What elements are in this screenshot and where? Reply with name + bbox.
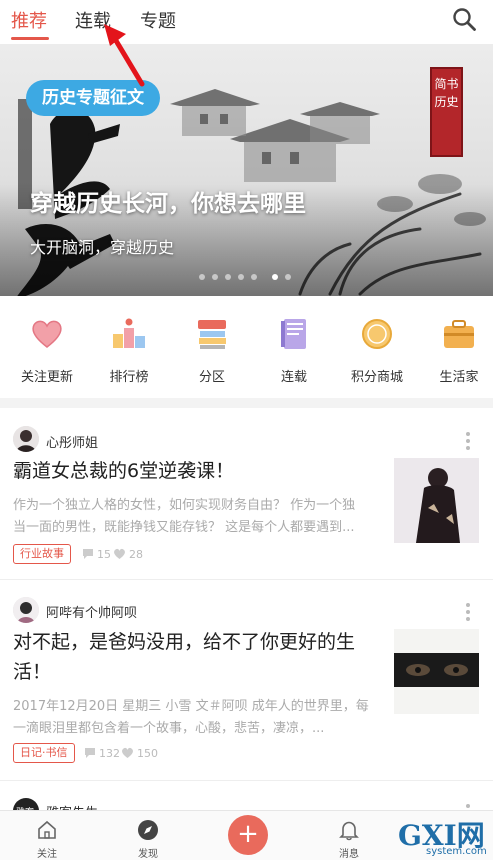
like-count: 28 [129, 548, 143, 561]
author-name[interactable]: 阿哔有个帅阿呗 [46, 602, 137, 621]
author-name[interactable]: 心彤师姐 [46, 432, 98, 451]
nav-discover[interactable]: 发现 [118, 811, 178, 860]
article-thumbnail[interactable] [394, 629, 479, 714]
featured-banner[interactable]: 简书历史 历史专题征文 穿越历史长河，你想去哪里 大开脑洞，穿越历史 [0, 44, 493, 296]
article-excerpt-line: 作为一个独立人格的女性，如何实现财务自由？ 作为一个独 [13, 498, 356, 513]
article-feed: 心彤师姐 霸道女总裁的6堂逆袭课！ 作为一个独立人格的女性，如何实现财务自由？ … [0, 408, 493, 810]
comment-count: 15 [97, 548, 111, 561]
shortcut-follow-updates[interactable]: 关注更新 [12, 316, 82, 386]
shortcut-row: 关注更新 排行榜 分区 连载 积分商城 生活家 [0, 298, 493, 398]
more-options-icon[interactable] [465, 603, 471, 621]
books-icon [198, 320, 226, 349]
suitcase-icon [444, 320, 474, 348]
carousel-dot-active[interactable] [272, 274, 278, 280]
home-icon [38, 820, 56, 839]
top-tab-bar: 推荐 连载 专题 [0, 0, 493, 44]
shortcut-serials[interactable]: 连载 [259, 316, 329, 386]
nav-follow[interactable]: 关注 [17, 811, 77, 860]
carousel-dot[interactable] [199, 274, 205, 280]
article-title-line[interactable]: 活！ [13, 658, 383, 687]
comment-icon [85, 748, 95, 758]
article-thumbnail[interactable] [394, 458, 479, 543]
podium-icon [113, 318, 145, 348]
banner-title: 穿越历史长河，你想去哪里 [30, 191, 306, 217]
heart-icon [32, 320, 62, 348]
avatar[interactable]: 雅客 [13, 798, 39, 810]
article-excerpt-line: 当一面的男性，既能挣钱又能存钱？ 这是每个人都要遇到... [13, 520, 355, 535]
like-icon [114, 548, 125, 559]
coin-icon [362, 319, 392, 349]
carousel-dot[interactable] [238, 274, 244, 280]
article-card[interactable]: 阿哔有个帅阿呗 对不起，是爸妈没用，给不了你更好的生 活！ 2017年12月20… [0, 581, 493, 781]
article-excerpt-line: 一滴眼泪里都包含着一个故事，心酸，悲苦，凄凉，... [13, 721, 325, 736]
shortcut-ranking[interactable]: 排行榜 [94, 316, 164, 386]
bell-icon [339, 821, 359, 841]
article-title-line[interactable]: 对不起，是爸妈没用，给不了你更好的生 [13, 628, 383, 657]
annotation-arrow [104, 24, 145, 87]
category-tag[interactable]: 日记·书信 [13, 743, 75, 763]
carousel-dot[interactable] [212, 274, 218, 280]
search-button[interactable] [451, 6, 479, 34]
like-count: 150 [137, 747, 158, 760]
active-tab-indicator [11, 37, 49, 40]
carousel-dot[interactable] [285, 274, 291, 280]
shortcut-categories[interactable]: 分区 [177, 316, 247, 386]
article-card[interactable]: 雅客 雅客先生 [0, 782, 493, 810]
shortcut-lifestyle[interactable]: 生活家 [424, 316, 493, 386]
author-name[interactable]: 雅客先生 [46, 802, 98, 810]
article-excerpt-line: 2017年12月20日 星期三 小雪 文＃阿呗 成年人的世界里，每 [13, 699, 369, 714]
category-tag[interactable]: 行业故事 [13, 544, 71, 564]
avatar[interactable] [13, 597, 39, 623]
plus-icon: + [237, 819, 259, 849]
nav-messages[interactable]: 消息 [319, 811, 379, 860]
compass-icon [138, 820, 158, 840]
create-post-button[interactable]: + [228, 815, 268, 855]
search-icon [453, 8, 476, 31]
seal-stamp: 简书历史 [430, 67, 463, 157]
article-title[interactable]: 霸道女总裁的6堂逆袭课！ [13, 457, 383, 486]
avatar[interactable] [13, 426, 39, 452]
comment-icon [83, 549, 93, 559]
watermark-subtext: system.com [426, 846, 487, 857]
carousel-dot[interactable] [225, 274, 231, 280]
shortcut-points-mall[interactable]: 积分商城 [342, 316, 412, 386]
like-icon [122, 747, 133, 758]
section-divider [0, 398, 493, 408]
app-screen: 推荐 连载 专题 简书历史 历史专题征文 穿越历史长河，你想去哪里 大开脑洞，穿… [0, 0, 493, 860]
article-card[interactable]: 心彤师姐 霸道女总裁的6堂逆袭课！ 作为一个独立人格的女性，如何实现财务自由？ … [0, 408, 493, 580]
tab-recommend[interactable]: 推荐 [11, 7, 47, 33]
comment-count: 132 [99, 747, 120, 760]
more-options-icon[interactable] [465, 432, 471, 450]
banner-subtitle: 大开脑洞，穿越历史 [30, 238, 175, 257]
notebook-icon [281, 319, 306, 349]
carousel-dot[interactable] [251, 274, 257, 280]
